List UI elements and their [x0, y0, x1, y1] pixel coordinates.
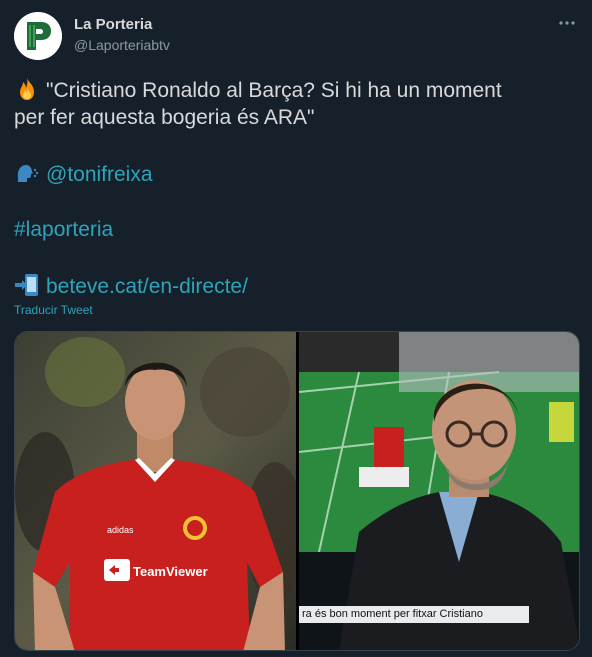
quote-line-2: per fer aquesta bogeria és ARA" [14, 106, 315, 129]
mobile-arrow-emoji-icon [14, 272, 40, 298]
hashtag-link[interactable]: #laporteria [14, 218, 113, 241]
photo-studio-guest[interactable]: ra és bon moment per fitxar Cristiano [299, 332, 579, 650]
avatar[interactable] [14, 12, 62, 60]
sponsor-text: TeamViewer [133, 564, 208, 579]
media-grid: TeamViewer adidas ra és bon moment per f… [14, 331, 580, 651]
display-name[interactable]: La Porteria [74, 15, 170, 34]
kit-brand-text: adidas [107, 525, 134, 535]
user-handle[interactable]: @Laporteriabtv [74, 36, 170, 55]
author-names: La Porteria @Laporteriabtv [74, 15, 170, 55]
more-options-icon[interactable] [556, 14, 578, 32]
fire-emoji-icon [14, 76, 40, 102]
tweet-card: La Porteria @Laporteriabtv "Cristiano Ro… [0, 0, 592, 657]
mention-link[interactable]: @tonifreixa [46, 163, 153, 186]
tweet-mention-line: @tonifreixa [14, 160, 153, 189]
tweet-text-line-1: "Cristiano Ronaldo al Barça? Si hi ha un… [14, 76, 502, 105]
tweet-hashtag-line: #laporteria [14, 216, 113, 244]
avatar-logo-icon [14, 12, 62, 60]
photo-player[interactable]: TeamViewer adidas [15, 332, 296, 650]
tweet-header: La Porteria @Laporteriabtv [14, 12, 580, 60]
tweet-url-line: beteve.cat/en-directe/ [14, 272, 248, 301]
quote-line-1: "Cristiano Ronaldo al Barça? Si hi ha un… [46, 79, 502, 102]
url-link[interactable]: beteve.cat/en-directe/ [46, 275, 248, 298]
lower-third-caption: ra és bon moment per fitxar Cristiano [299, 606, 529, 623]
translate-tweet-link[interactable]: Traducir Tweet [14, 302, 93, 318]
speaking-head-emoji-icon [14, 160, 40, 186]
